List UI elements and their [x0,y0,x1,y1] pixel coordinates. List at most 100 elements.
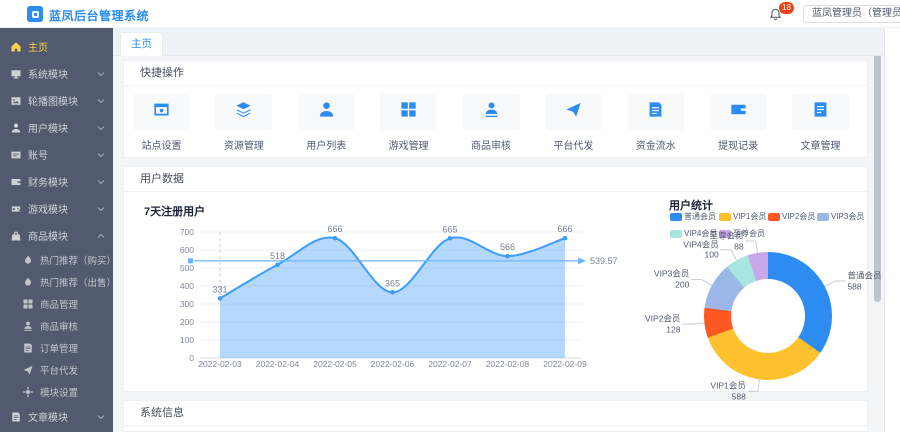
svg-text:666: 666 [327,224,342,234]
chevron-down-icon [97,205,105,213]
legend-item-1[interactable]: VIP1会员 [719,211,768,222]
sidebar-item-hot-sell[interactable]: 热门推荐（出售） [0,271,113,293]
sidebar-item-hot-buy[interactable]: 热门推荐（购买） [0,249,113,271]
pie-label: VIP2会员128 [645,314,680,335]
quick-action-tile [627,94,684,130]
quick-action-label: 站点设置 [133,137,190,152]
svg-text:365: 365 [385,278,400,288]
svg-text:666: 666 [557,224,572,234]
legend-swatch [719,230,731,238]
legend-label: VIP3会员 [831,211,864,222]
svg-text:2022-02-05: 2022-02-05 [313,359,357,369]
svg-text:566: 566 [500,242,515,252]
tab-bar: 主页 [113,28,884,56]
sidebar-item-label: 轮播图模块 [28,93,78,108]
quick-action-8[interactable]: 文章管理 [792,94,849,152]
quick-action-tile [380,94,437,130]
grid-icon [22,298,34,310]
quick-actions-card-title: 快捷操作 [124,61,867,86]
notification-badge: 18 [779,2,794,14]
sidebar-item-finance[interactable]: 财务模块 [0,168,113,195]
quick-action-3[interactable]: 游戏管理 [380,94,437,152]
svg-text:665: 665 [442,224,457,234]
sidebar-item-module-set[interactable]: 模块设置 [0,381,113,403]
svg-text:2022-02-03: 2022-02-03 [198,359,242,369]
quick-action-label: 提现记录 [710,137,767,152]
legend-label: 至尊会员 [733,228,765,239]
sidebar-item-label: 用户模块 [28,120,68,135]
sidebar-item-account[interactable]: 账号 [0,141,113,168]
sidebar-item-label: 热门推荐（出售） [40,275,113,289]
pie-label: VIP4会员100 [683,239,718,260]
quick-action-1[interactable]: 资源管理 [215,94,272,152]
quick-action-6[interactable]: 资金流水 [627,94,684,152]
quick-action-tile [792,94,849,130]
pie-leader-line [746,241,758,253]
legend-item-2[interactable]: VIP2会员 [768,211,817,222]
sidebar-item-goods-manage[interactable]: 商品管理 [0,293,113,315]
sidebar-item-goods-audit[interactable]: 商品审核 [0,315,113,337]
pie-leader-line [721,250,737,260]
fire-icon [22,276,34,288]
sidebar-item-goods[interactable]: 商品模块 [0,222,113,249]
sidebar-item-label: 游戏模块 [28,201,68,216]
sidebar-item-system[interactable]: 系统模块 [0,60,113,87]
svg-text:700: 700 [180,227,194,237]
quick-action-0[interactable]: 站点设置 [133,94,190,152]
scrollbar-thumb[interactable] [874,36,881,302]
quick-action-label: 用户列表 [298,137,355,152]
svg-text:2022-02-04: 2022-02-04 [256,359,300,369]
sidebar-item-article[interactable]: 文章模块 [0,403,113,430]
svg-text:100: 100 [180,335,194,345]
quick-action-4[interactable]: 商品审核 [463,94,520,152]
monitor-icon [10,68,22,80]
sidebar-item-home[interactable]: 主页 [0,33,113,60]
wallet-icon [729,100,748,124]
quick-action-tile [463,94,520,130]
legend-item-4[interactable]: VIP4会员 [670,228,719,239]
user-menu-button[interactable]: 蓝凤管理员（管理员） [803,5,900,23]
svg-text:2022-02-09: 2022-02-09 [543,359,587,369]
chevron-down-icon [97,70,105,78]
tab-home[interactable]: 主页 [120,32,163,56]
svg-text:2022-02-07: 2022-02-07 [428,359,472,369]
legend-item-5[interactable]: 至尊会员 [719,228,768,239]
bottom-card-title: 系统信息 [124,401,867,426]
legend-label: VIP2会员 [782,211,815,222]
sidebar-item-label: 系统模块 [28,66,68,81]
sidebar-item-label: 热门推荐（购买） [40,253,113,267]
doc-icon [10,411,22,423]
chevron-down-icon [97,124,105,132]
sidebar: 主页系统模块轮播图模块用户模块账号财务模块游戏模块商品模块热门推荐（购买） 热门推… [0,28,113,432]
useraudit-icon [482,100,501,124]
sidebar-item-carousel[interactable]: 轮播图模块 [0,87,113,114]
svg-text:500: 500 [180,263,194,273]
legend-item-0[interactable]: 普通会员 [670,211,719,222]
sidebar-item-game[interactable]: 游戏模块 [0,195,113,222]
card-icon [10,149,22,161]
send-icon [564,100,583,124]
game-icon [10,203,22,215]
legend-label: VIP4会员 [684,228,717,239]
quick-action-2[interactable]: 用户列表 [298,94,355,152]
quick-action-5[interactable]: 平台代发 [545,94,602,152]
quick-action-7[interactable]: 提现记录 [710,94,767,152]
legend-label: VIP1会员 [733,211,766,222]
gear-icon [22,386,34,398]
pie-legend: 普通会员 VIP1会员 VIP2会员 VIP3会员 VIP4会员 至尊会员 [670,211,870,239]
sidebar-item-order[interactable]: 订单管理 [0,337,113,359]
app: 蓝凤后台管理系统 18 蓝凤管理员（管理员） 主页系统模块轮播图模块用户模块账号… [0,0,900,432]
svg-text:0: 0 [189,353,194,363]
sidebar-item-label: 商品审核 [40,319,78,333]
chevron-down-icon [97,413,105,421]
svg-text:539.57: 539.57 [590,256,618,266]
legend-item-3[interactable]: VIP3会员 [817,211,866,222]
sidebar-item-platform[interactable]: 平台代发 [0,359,113,381]
send-icon [22,364,34,376]
svg-text:2022-02-08: 2022-02-08 [486,359,530,369]
home-icon [10,41,22,53]
svg-text:2022-02-06: 2022-02-06 [371,359,415,369]
legend-label: 普通会员 [684,211,716,222]
svg-text:600: 600 [180,245,194,255]
sidebar-item-user[interactable]: 用户模块 [0,114,113,141]
